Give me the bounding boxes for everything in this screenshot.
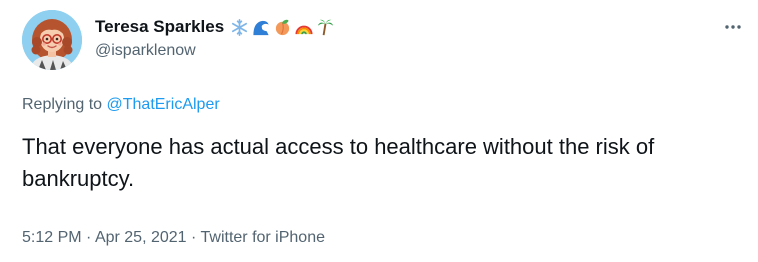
display-name[interactable]: Teresa Sparkles	[95, 17, 224, 37]
palm-tree-emoji-icon	[318, 19, 334, 35]
tweet-date[interactable]: Apr 25, 2021	[95, 229, 187, 246]
peach-emoji-icon	[276, 19, 290, 35]
replying-to-label: Replying to	[22, 96, 107, 113]
meta-separator: ·	[186, 229, 201, 246]
author-name-row[interactable]: Teresa Sparkles	[95, 16, 335, 38]
rainbow-emoji-icon	[295, 25, 313, 34]
tweet-text: That everyone has actual access to healt…	[22, 134, 655, 191]
reply-mention-link[interactable]: @ThatEricAlper	[107, 96, 220, 113]
replying-to: Replying to @ThatEricAlper	[22, 96, 220, 114]
snowflake-emoji-icon	[232, 18, 248, 36]
tweet-source[interactable]: Twitter for iPhone	[201, 229, 326, 246]
name-emojis	[230, 18, 335, 37]
tweet-meta: 5:12 PM · Apr 25, 2021 · Twitter for iPh…	[22, 229, 325, 247]
avatar[interactable]	[22, 10, 82, 70]
avatar-image	[22, 10, 82, 70]
more-options-button[interactable]	[718, 16, 748, 38]
tweet-time[interactable]: 5:12 PM	[22, 229, 82, 246]
wave-emoji-icon	[253, 20, 269, 35]
tweet-card: Teresa Sparkles @isparklenow Replying to…	[0, 0, 758, 262]
author-handle[interactable]: @isparklenow	[95, 42, 196, 60]
meta-separator: ·	[81, 229, 95, 246]
more-horizontal-icon	[725, 25, 741, 29]
